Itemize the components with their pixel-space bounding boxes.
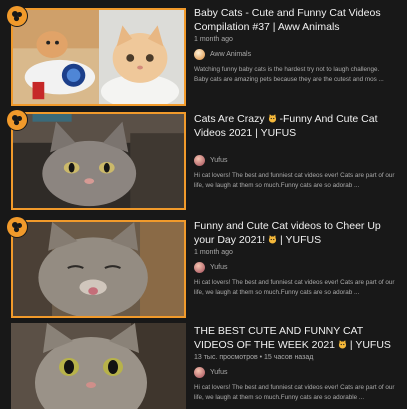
cat-face-emoji-icon: [269, 235, 277, 244]
thumbnail-image: [11, 323, 186, 409]
video-description: Hi cat lovers! The best and funniest cat…: [194, 383, 399, 402]
thumbnail-image: [13, 114, 184, 208]
cat-face-emoji-icon: [338, 340, 347, 349]
channel-name[interactable]: Yufus: [210, 369, 228, 376]
video-item[interactable]: Funny and Cute Cat videos to Cheer Up yo…: [0, 213, 407, 318]
channel-avatar[interactable]: [194, 261, 205, 273]
thumbnail-image: [13, 10, 184, 104]
video-meta: 1 month ago: [194, 249, 233, 256]
video-meta: 13 тыс. просмотров • 15 часов назад: [194, 354, 314, 361]
channel-name[interactable]: Aww Animals: [210, 51, 251, 58]
thumbnail-image: [13, 222, 184, 316]
video-description: Watching funny baby cats is the hardest …: [194, 65, 399, 84]
description-line: Hi cat lovers! The best and funniest cat…: [194, 172, 395, 179]
watch-later-icon[interactable]: [7, 110, 27, 130]
description-line: life, we laugh at them so much.Funny cat…: [194, 393, 365, 401]
description-line: Baby cats are amazing pets because they …: [194, 75, 384, 83]
description-line: Hi cat lovers! The best and funniest cat…: [194, 384, 395, 391]
video-thumbnail[interactable]: [11, 323, 186, 409]
video-list: Baby Cats - Cute and Funny Cat Videos Co…: [0, 0, 407, 409]
channel-name[interactable]: Yufus: [210, 157, 228, 164]
video-item[interactable]: Baby Cats - Cute and Funny Cat Videos Co…: [0, 4, 407, 108]
channel-avatar[interactable]: [194, 48, 205, 60]
video-meta: 1 month ago: [194, 36, 233, 43]
channel-name[interactable]: Yufus: [210, 264, 228, 271]
title-text: Cats Are Crazy: [194, 113, 268, 125]
title-text: | YUFUS: [277, 234, 322, 246]
channel-row[interactable]: Aww Animals: [194, 48, 399, 60]
video-thumbnail[interactable]: [11, 112, 186, 210]
video-title[interactable]: Funny and Cute Cat videos to Cheer Up yo…: [194, 219, 399, 247]
video-info: Cats Are Crazy -Funny And Cute Cat Video…: [194, 112, 399, 190]
watch-later-icon[interactable]: [7, 6, 27, 26]
video-description: Hi cat lovers! The best and funniest cat…: [194, 278, 399, 297]
video-item[interactable]: THE BEST CUTE AND FUNNY CAT VIDEOS OF TH…: [0, 318, 407, 409]
channel-row[interactable]: Yufus: [194, 261, 399, 273]
video-info: THE BEST CUTE AND FUNNY CAT VIDEOS OF TH…: [194, 324, 399, 402]
video-description: Hi cat lovers! The best and funniest cat…: [194, 171, 399, 190]
description-line: life, we laugh at them so much.Funny cat…: [194, 288, 360, 296]
channel-row[interactable]: Yufus: [194, 366, 399, 378]
channel-avatar[interactable]: [194, 154, 205, 166]
video-title[interactable]: Cats Are Crazy -Funny And Cute Cat Video…: [194, 112, 399, 140]
description-line: Watching funny baby cats is the hardest …: [194, 66, 380, 73]
video-info: Baby Cats - Cute and Funny Cat Videos Co…: [194, 6, 399, 84]
channel-row[interactable]: Yufus: [194, 154, 399, 166]
video-item[interactable]: Cats Are Crazy -Funny And Cute Cat Video…: [0, 108, 407, 212]
video-thumbnail[interactable]: [11, 220, 186, 318]
video-info: Funny and Cute Cat videos to Cheer Up yo…: [194, 219, 399, 297]
description-line: Hi cat lovers! The best and funniest cat…: [194, 279, 395, 286]
video-title[interactable]: THE BEST CUTE AND FUNNY CAT VIDEOS OF TH…: [194, 324, 399, 352]
description-line: life, we laugh at them so much.Funny cat…: [194, 181, 360, 189]
title-text: | YUFUS: [346, 339, 391, 351]
cat-face-emoji-icon: [268, 114, 276, 123]
video-title[interactable]: Baby Cats - Cute and Funny Cat Videos Co…: [194, 6, 399, 34]
video-thumbnail[interactable]: [11, 8, 186, 106]
channel-avatar[interactable]: [194, 366, 205, 378]
watch-later-icon[interactable]: [7, 217, 27, 237]
